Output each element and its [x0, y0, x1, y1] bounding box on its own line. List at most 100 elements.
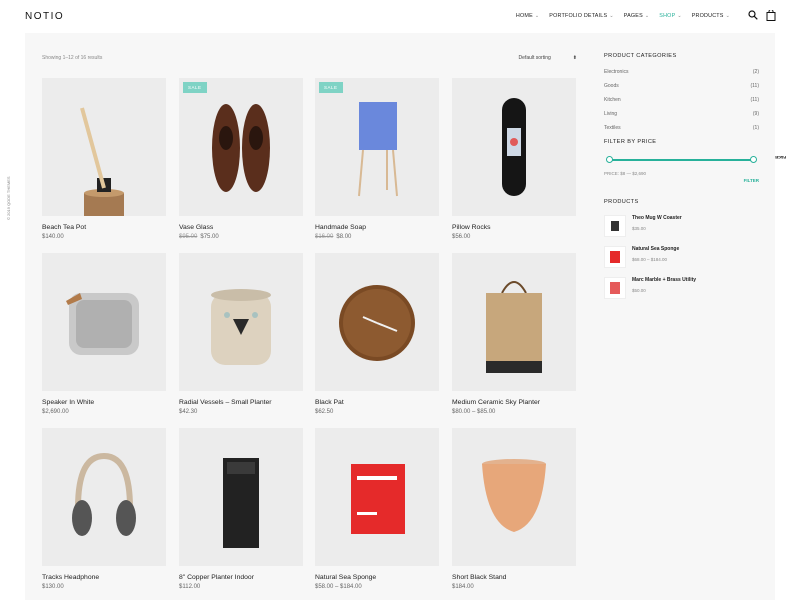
slider-handle-min[interactable]	[606, 156, 613, 163]
slider-handle-max[interactable]	[750, 156, 757, 163]
product-image[interactable]: SALE	[315, 78, 439, 216]
product-price: $62.50	[315, 409, 334, 415]
product-name[interactable]: Handmade Soap	[315, 224, 439, 231]
product-thumb[interactable]	[604, 215, 626, 237]
product-name[interactable]: Black Pat	[315, 399, 439, 406]
product-card[interactable]: Speaker In White $2,690.00	[42, 253, 166, 415]
product-name[interactable]: Radial Vessels – Small Planter	[179, 399, 303, 406]
price-range-label: PRICE: $8 — $2,690	[604, 171, 647, 176]
nav-products-label: PRODUCTS	[691, 13, 724, 19]
sorting-select[interactable]: Default sorting ⬍	[519, 55, 577, 61]
product-image[interactable]	[42, 253, 166, 391]
product-card[interactable]: Tracks Headphone $130.00	[42, 428, 166, 590]
chevron-down-icon: ⌄	[725, 13, 730, 19]
product-name[interactable]: Beach Tea Pot	[42, 224, 166, 231]
product-image[interactable]	[42, 428, 166, 566]
product-image[interactable]	[452, 428, 576, 566]
category-item[interactable]: Electronics (2)	[604, 69, 759, 75]
sale-badge: SALE	[319, 82, 343, 93]
header-icons	[748, 10, 776, 21]
product-card[interactable]: SALE Handmade Soap $16.00 $8.00	[315, 78, 439, 240]
main-nav: HOME ⌄ PORTFOLIO DETAILS ⌄ PAGES ⌄ SHOP ⌄ PR…	[516, 13, 730, 19]
product-card[interactable]: 8" Copper Planter Indoor $112.00	[179, 428, 303, 590]
widget-product-name[interactable]: Natural Sea Sponge	[632, 246, 679, 252]
product-price: $42.30	[179, 409, 198, 415]
copper-pot-image	[482, 459, 546, 532]
category-item[interactable]: Kitchen (11)	[604, 97, 759, 103]
product-card[interactable]: Short Black Stand $184.00	[452, 428, 576, 590]
widget-product[interactable]: Marc Marble + Brass Utility $50.00	[604, 277, 759, 299]
side-copyright: © 2019 QODE THEMES	[6, 150, 16, 250]
red-box-image	[351, 464, 405, 534]
product-price: $130.00	[42, 584, 64, 590]
nav-shop-label: SHOP	[659, 13, 676, 19]
widget-product-price: $50.00	[632, 288, 646, 293]
filter-button-row: FILTER	[604, 178, 759, 183]
planter-face-image	[211, 289, 271, 365]
product-card[interactable]: Black Pat $62.50	[315, 253, 439, 415]
products-widget-title: PRODUCTS	[604, 199, 639, 205]
widget-product[interactable]: Natural Sea Sponge $68.00 – $184.00	[604, 246, 759, 268]
product-name[interactable]: 8" Copper Planter Indoor	[179, 574, 303, 581]
nav-products[interactable]: PRODUCTS ⌄	[692, 13, 730, 19]
product-image[interactable]	[315, 428, 439, 566]
product-name[interactable]: Short Black Stand	[452, 574, 576, 581]
black-box-image	[223, 458, 259, 548]
nav-shop[interactable]: SHOP ⌄	[659, 13, 681, 19]
product-name[interactable]: Medium Ceramic Sky Planter	[452, 399, 576, 406]
site-header: NOTIO HOME ⌄ PORTFOLIO DETAILS ⌄ PAGES ⌄ SH…	[0, 0, 800, 32]
product-name[interactable]: Natural Sea Sponge	[315, 574, 439, 581]
search-icon[interactable]	[748, 10, 758, 21]
product-card[interactable]: Medium Ceramic Sky Planter $80.00 – $85.…	[452, 253, 576, 415]
price-filter-title: FILTER BY PRICE	[604, 139, 657, 145]
product-price: $56.00	[452, 234, 471, 240]
price-slider[interactable]	[606, 155, 757, 165]
nav-home-label: HOME	[515, 13, 533, 19]
slider-track	[608, 159, 755, 161]
chevron-down-icon: ⌄	[534, 13, 540, 19]
product-image[interactable]	[315, 253, 439, 391]
product-name[interactable]: Speaker In White	[42, 399, 166, 406]
widget-product-name[interactable]: Theo Mug W Coaster	[632, 215, 682, 221]
chevron-down-icon: ⌄	[609, 13, 614, 19]
category-item[interactable]: Living (9)	[604, 111, 759, 117]
cart-icon[interactable]	[766, 10, 776, 21]
cabinet-image	[358, 102, 398, 197]
shoes-image	[212, 104, 270, 192]
category-item[interactable]: Goods (11)	[604, 83, 759, 89]
copyright-text: © 2019 QODE THEMES	[6, 176, 11, 220]
skateboard-image	[502, 98, 526, 196]
product-image[interactable]: SALE	[179, 78, 303, 216]
tote-bag-image	[486, 281, 542, 373]
sorting-label: Default sorting	[518, 55, 551, 61]
nav-pages-label: PAGES	[623, 13, 643, 19]
nav-portfolio-details[interactable]: PORTFOLIO DETAILS ⌄	[549, 13, 613, 19]
shop-sidebar: PRODUCT CATEGORIES Electronics (2) Goods(…	[604, 53, 759, 308]
category-item[interactable]: Textiles (1)	[604, 125, 759, 131]
nav-pages[interactable]: PAGES ⌄	[624, 13, 650, 19]
widget-product-name[interactable]: Marc Marble + Brass Utility	[632, 277, 696, 283]
nav-home[interactable]: HOME ⌄	[516, 13, 539, 19]
product-card[interactable]: Beach Tea Pot $140.00	[42, 78, 166, 240]
product-thumb[interactable]	[604, 246, 626, 268]
product-card[interactable]: Pillow Rocks $56.00	[452, 78, 576, 240]
product-image[interactable]	[179, 428, 303, 566]
product-card[interactable]: SALE Vase Glass $95.00 $75.00	[179, 78, 303, 240]
follow-text: FOLLOW QODEINTERACTIVE THEMES FACEBOOK T…	[712, 155, 786, 160]
product-name[interactable]: Vase Glass	[179, 224, 303, 231]
product-thumb[interactable]	[604, 277, 626, 299]
filter-button[interactable]: FILTER	[744, 178, 759, 183]
product-price: $184.00	[452, 584, 474, 590]
product-image[interactable]	[452, 253, 576, 391]
widget-product[interactable]: Theo Mug W Coaster $35.00	[604, 215, 759, 237]
product-image[interactable]	[42, 78, 166, 216]
product-card[interactable]: Radial Vessels – Small Planter $42.30	[179, 253, 303, 415]
product-image[interactable]	[179, 253, 303, 391]
product-price: $95.00 $75.00	[179, 234, 219, 240]
product-price: $58.00 – $184.00	[315, 584, 362, 590]
site-logo[interactable]: NOTIO	[25, 11, 64, 22]
product-name[interactable]: Pillow Rocks	[452, 224, 576, 231]
product-card[interactable]: Natural Sea Sponge $58.00 – $184.00	[315, 428, 439, 590]
product-image[interactable]	[452, 78, 576, 216]
product-name[interactable]: Tracks Headphone	[42, 574, 166, 581]
